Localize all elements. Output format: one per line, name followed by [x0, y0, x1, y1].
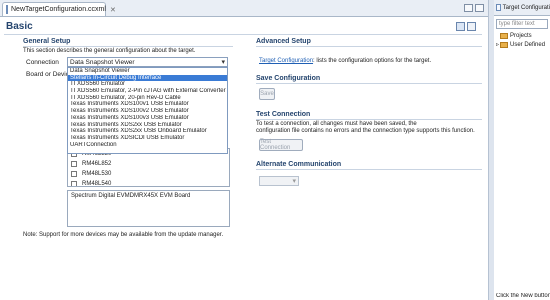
test-connection-text-1: To test a connection, all changes must h…	[256, 121, 417, 127]
dropdown-option[interactable]: TI XDS560 Emulator	[68, 81, 227, 88]
header-divider	[4, 34, 482, 35]
connection-label: Connection	[26, 59, 59, 66]
save-button[interactable]: Save	[259, 88, 275, 100]
dropdown-option[interactable]: TI XDS560 Emulator, 20-pin Rev-D Cable	[68, 95, 227, 102]
file-icon	[6, 5, 8, 14]
test-connection-divider	[256, 119, 482, 120]
tree-item-user-defined[interactable]: ▹ User Defined	[496, 41, 545, 48]
dropdown-option[interactable]: Texas Instruments XDS2xx USB Onboard Emu…	[68, 128, 227, 135]
alternate-communication-divider	[256, 169, 482, 170]
editor-tab[interactable]: NewTargetConfiguration.ccxml ✕	[2, 2, 116, 16]
page-title: Basic	[6, 21, 33, 32]
target-configurations-tab[interactable]: Target Configurati	[494, 0, 550, 16]
minimize-icon[interactable]	[464, 4, 473, 12]
dropdown-option[interactable]: UARTConnection	[68, 142, 227, 149]
target-configurations-tab-title: Target Configurati	[502, 4, 550, 11]
folder-icon	[500, 33, 508, 39]
alternate-communication-select[interactable]: ▾	[259, 176, 299, 186]
dropdown-option[interactable]: Texas Instruments XDSICDI USB Emulator	[68, 135, 227, 142]
panel-hint-text: Click the New button	[496, 293, 550, 299]
dropdown-option[interactable]: Texas Instruments XDS100v2 USB Emulator	[68, 108, 227, 115]
dropdown-option[interactable]: Texas Instruments XDS100v1 USB Emulator	[68, 101, 227, 108]
checkbox[interactable]	[71, 161, 77, 167]
dropdown-option[interactable]: Texas Instruments XDS100v3 USB Emulator	[68, 115, 227, 122]
checkbox[interactable]	[71, 171, 77, 177]
close-icon[interactable]: ✕	[110, 6, 116, 14]
save-configuration-title: Save Configuration	[256, 75, 321, 82]
tree-item-projects[interactable]: Projects	[500, 33, 532, 39]
test-connection-title: Test Connection	[256, 111, 311, 118]
filter-input[interactable]: type filter text	[496, 19, 548, 29]
list-item[interactable]: RM46L852	[68, 159, 229, 169]
target-configuration-link[interactable]: Target Configuration	[259, 58, 313, 64]
board-label: Board or Device	[26, 71, 73, 78]
layout-vertical-icon[interactable]	[467, 22, 476, 31]
general-setup-title: General Setup	[23, 38, 71, 45]
test-connection-text-2: configuration file contains no errors an…	[256, 128, 475, 134]
layout-horizontal-icon[interactable]	[456, 22, 465, 31]
list-item[interactable]: RM48L540	[68, 179, 229, 186]
target-configurations-panel: Target Configurati type filter text Proj…	[494, 0, 550, 300]
save-configuration-divider	[256, 83, 482, 84]
test-connection-button[interactable]: Test Connection	[259, 139, 303, 151]
dropdown-option[interactable]: TI XDS560 Emulator, 2-Pin cJTAG with Ext…	[68, 88, 227, 95]
general-setup-description: This section describes the general confi…	[23, 48, 196, 54]
checkbox[interactable]	[71, 181, 77, 186]
advanced-setup-divider	[256, 46, 482, 47]
expand-icon[interactable]: ▹	[496, 41, 499, 48]
connection-select[interactable]: Data Snapshot Viewer ▾	[67, 57, 228, 67]
general-setup-divider	[23, 46, 233, 47]
advanced-setup-title: Advanced Setup	[256, 38, 311, 45]
dropdown-option-selected[interactable]: Stellaris In-Circuit Debug Interface	[68, 74, 227, 82]
alternate-communication-title: Alternate Communication	[256, 161, 342, 168]
list-item[interactable]: RM48L530	[68, 169, 229, 179]
support-note: Note: Support for more devices may be av…	[23, 232, 224, 238]
view-icon	[496, 4, 501, 11]
editor-tab-title: NewTargetConfiguration.ccxml	[11, 6, 106, 13]
chevron-down-icon[interactable]: ▾	[292, 177, 296, 185]
maximize-icon[interactable]	[475, 4, 484, 12]
editor-tab-bar: NewTargetConfiguration.ccxml ✕	[0, 0, 488, 17]
advanced-setup-text: Target Configuration: lists the configur…	[259, 58, 432, 64]
board-description: Spectrum Digital EVMDMRX45X EVM Board	[67, 190, 230, 227]
folder-icon	[500, 41, 509, 48]
connection-select-value: Data Snapshot Viewer	[70, 58, 135, 66]
dropdown-option[interactable]: Texas Instruments XDS2xx USB Emulator	[68, 122, 227, 129]
dropdown-option[interactable]: Data Snapshot Viewer	[68, 68, 227, 75]
connection-dropdown[interactable]: Data Snapshot Viewer Stellaris In-Circui…	[67, 67, 228, 154]
chevron-down-icon[interactable]: ▾	[221, 58, 225, 66]
